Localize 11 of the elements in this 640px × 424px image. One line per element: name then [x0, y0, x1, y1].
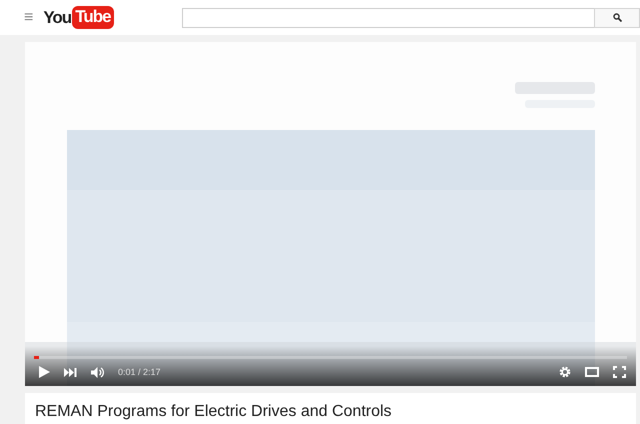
search-button[interactable]: [594, 8, 640, 28]
next-icon[interactable]: [64, 368, 77, 376]
time-display: 0:01 / 2:17: [118, 367, 161, 377]
settings-icon[interactable]: [559, 366, 571, 378]
search-field[interactable]: [182, 8, 594, 28]
fullscreen-icon[interactable]: [613, 366, 626, 378]
video-title: REMAN Programs for Electric Drives and Controls: [35, 403, 393, 421]
theater-mode-icon[interactable]: [585, 367, 599, 377]
search-icon: [612, 13, 622, 22]
volume-icon[interactable]: [91, 366, 104, 378]
play-icon[interactable]: [39, 366, 50, 378]
